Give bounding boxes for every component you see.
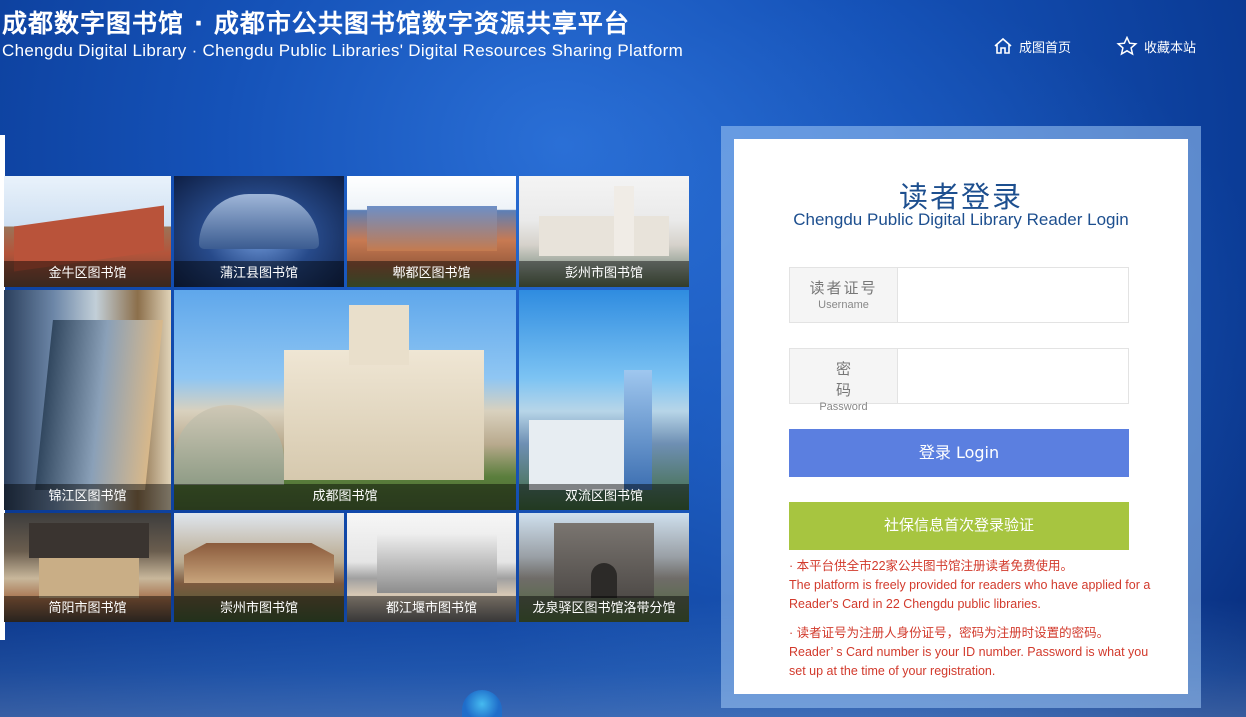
building-shape xyxy=(184,543,334,583)
password-field-group: 密 码 Password xyxy=(789,348,1129,413)
note-line: · 读者证号为注册人身份证号，密码为注册时设置的密码。 xyxy=(789,626,1110,640)
nav-favorite-link[interactable]: 收藏本站 xyxy=(1116,34,1196,58)
note-line: · 本平台供全市22家公共图书馆注册读者免费使用。 xyxy=(789,559,1074,573)
username-field-group: 读者证号 Username xyxy=(789,267,1129,323)
library-name: 成都图书馆 xyxy=(174,484,516,510)
building-shape xyxy=(349,305,409,365)
building-shape xyxy=(29,523,149,558)
username-label-en: Username xyxy=(818,299,869,311)
username-label-cn: 读者证号 xyxy=(809,279,878,297)
library-tile-dujiangyan[interactable]: 都江堰市图书馆 xyxy=(347,513,516,622)
library-name: 崇州市图书馆 xyxy=(174,596,344,622)
building-shape xyxy=(377,533,497,593)
library-tile-chongzhou[interactable]: 崇州市图书馆 xyxy=(174,513,344,622)
building-shape xyxy=(174,405,284,485)
nav-favorite-label: 收藏本站 xyxy=(1144,40,1197,56)
library-tile-pengzhou[interactable]: 彭州市图书馆 xyxy=(519,176,689,287)
library-name: 龙泉驿区图书馆洛带分馆 xyxy=(519,596,689,622)
library-name: 都江堰市图书馆 xyxy=(347,596,516,622)
library-name: 金牛区图书馆 xyxy=(4,261,171,287)
note-line: The platform is freely provided for read… xyxy=(789,578,1151,611)
nav-home-label: 成图首页 xyxy=(1019,40,1072,56)
library-tile-longquanyi[interactable]: 龙泉驿区图书馆洛带分馆 xyxy=(519,513,689,622)
site-title: 成都数字图书馆 · 成都市公共图书馆数字资源共享平台 xyxy=(2,9,630,38)
library-name: 简阳市图书馆 xyxy=(4,596,171,622)
social-security-verify-button[interactable]: 社保信息首次登录验证 xyxy=(789,502,1129,550)
library-name: 锦江区图书馆 xyxy=(4,484,171,510)
library-name: 郫都区图书馆 xyxy=(347,261,516,287)
library-tile-jianyang[interactable]: 简阳市图书馆 xyxy=(4,513,171,622)
login-panel: 读者登录 Chengdu Public Digital Library Read… xyxy=(734,139,1188,694)
home-icon xyxy=(994,37,1012,54)
nav-home-link[interactable]: 成图首页 xyxy=(993,34,1071,58)
building-shape xyxy=(591,563,617,598)
library-name: 蒲江县图书馆 xyxy=(174,261,344,287)
library-tile-jinniu[interactable]: 金牛区图书馆 xyxy=(4,176,171,287)
building-shape xyxy=(624,370,652,490)
building-shape xyxy=(39,558,139,598)
library-tile-jinjiang[interactable]: 锦江区图书馆 xyxy=(4,290,171,510)
password-label-en: Password xyxy=(819,401,868,413)
password-label-cn: 密 码 xyxy=(835,360,873,399)
username-input[interactable] xyxy=(899,268,1128,322)
building-shape xyxy=(367,206,497,251)
star-icon xyxy=(1116,36,1138,56)
building-shape xyxy=(614,186,634,256)
library-name: 双流区图书馆 xyxy=(519,484,689,510)
username-label: 读者证号 Username xyxy=(790,268,898,322)
building-shape xyxy=(284,350,484,480)
library-tile-shuangliu[interactable]: 双流区图书馆 xyxy=(519,290,689,510)
site-subtitle: Chengdu Digital Library · Chengdu Public… xyxy=(2,41,684,60)
library-tile-chengdu[interactable]: 成都图书馆 xyxy=(174,290,516,510)
login-button[interactable]: 登录 Login xyxy=(789,429,1129,477)
building-shape xyxy=(199,194,319,249)
library-tile-pidu[interactable]: 郫都区图书馆 xyxy=(347,176,516,287)
building-shape xyxy=(529,420,624,490)
library-grid: 金牛区图书馆 蒲江县图书馆 郫都区图书馆 彭州市图书馆 锦江区图书馆 成都图书馆… xyxy=(4,176,689,622)
login-subtitle: Chengdu Public Digital Library Reader Lo… xyxy=(793,210,1129,229)
library-tile-pujiang[interactable]: 蒲江县图书馆 xyxy=(174,176,344,287)
note-line: Reader’ s Card number is your ID number.… xyxy=(789,645,1149,678)
password-input[interactable] xyxy=(899,349,1128,403)
building-shape xyxy=(539,216,669,256)
building-shape xyxy=(35,320,163,490)
library-name: 彭州市图书馆 xyxy=(519,261,689,287)
password-label: 密 码 Password xyxy=(790,349,898,413)
